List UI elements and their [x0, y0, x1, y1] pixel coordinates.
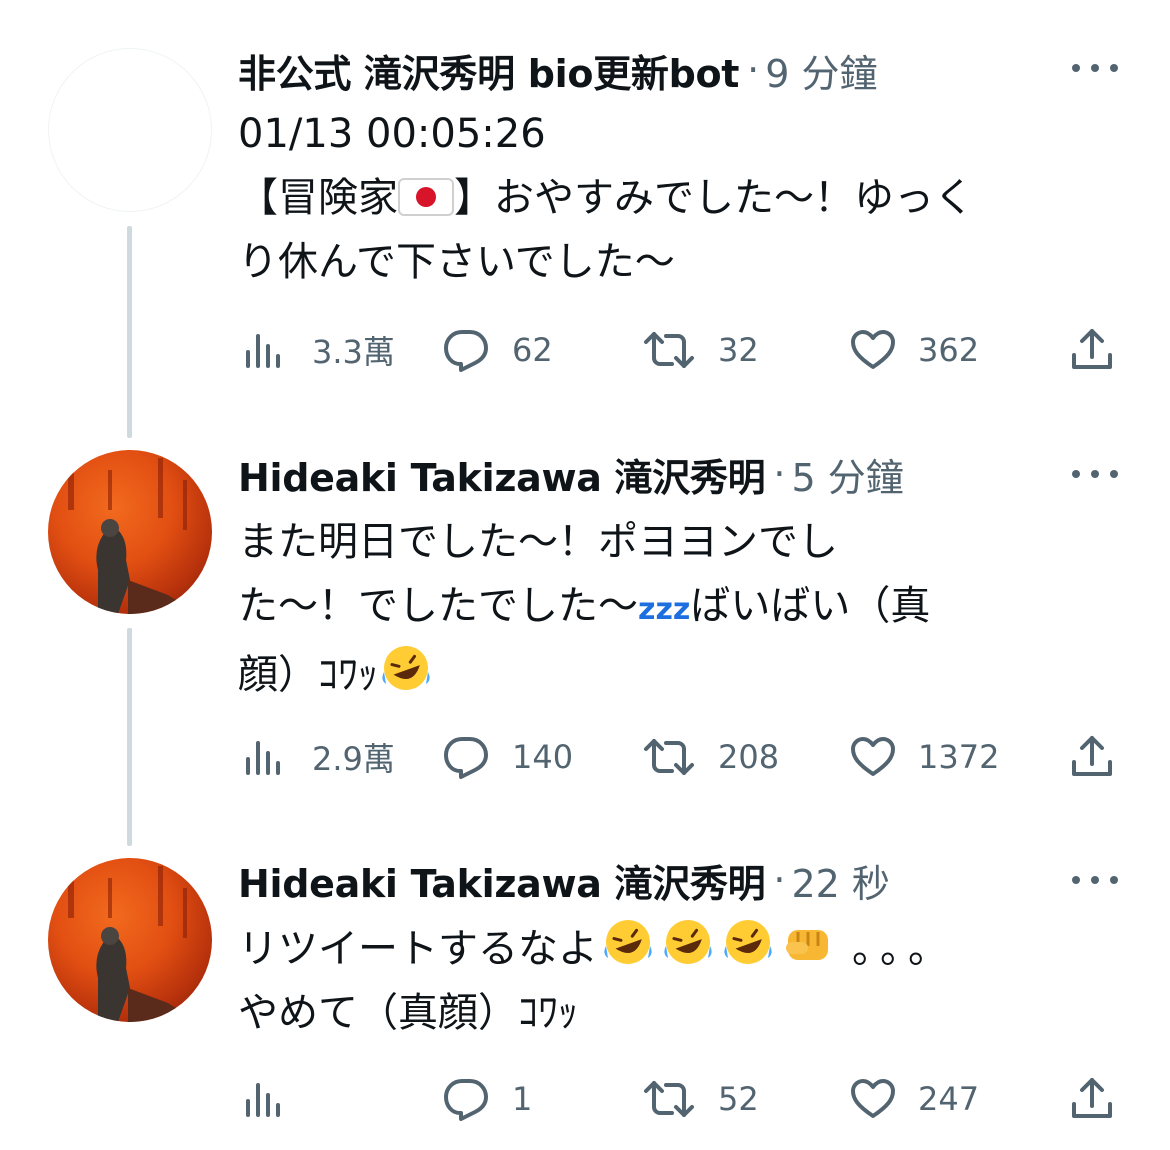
- share-button[interactable]: [1070, 732, 1114, 782]
- text-line: 01/13 00:05:26: [238, 111, 546, 157]
- reply-icon: [444, 737, 488, 779]
- views-count: 2.9萬: [312, 740, 395, 778]
- timestamp[interactable]: 5 分鐘: [791, 447, 903, 502]
- action-bar: 3.3萬 62 32 362: [238, 325, 1118, 375]
- retweet-count: 32: [718, 331, 759, 369]
- avatar-image: [68, 866, 198, 1022]
- rofl-emoji-icon: [604, 920, 652, 964]
- reply-button[interactable]: 1: [442, 1074, 532, 1124]
- reply-count: 62: [512, 331, 553, 369]
- like-icon: [851, 1079, 895, 1118]
- action-bar: 1 52 247: [238, 1074, 1118, 1124]
- views-icon: [246, 334, 280, 368]
- text-line: た〜！でしたでした〜zzzばいばい（真: [238, 583, 931, 629]
- tweet-3[interactable]: Hideaki Takizawa 滝沢秀明 · 22 秒 リツイートするなよ。。…: [0, 820, 1170, 1150]
- separator-dot: ·: [773, 858, 786, 902]
- share-button[interactable]: [1070, 1074, 1114, 1124]
- reply-count: 1: [512, 1080, 533, 1118]
- share-icon: [1072, 1078, 1112, 1118]
- tweet-1[interactable]: 非公式 滝沢秀明 bio更新bot · 9 分鐘 01/13 00:05:26 …: [0, 0, 1170, 438]
- text-line: 【冒険家 】おやすみでした〜！ゆっく: [238, 175, 974, 221]
- views-icon: [246, 1083, 280, 1117]
- more-icon[interactable]: [1072, 468, 1118, 480]
- share-button[interactable]: [1070, 325, 1114, 375]
- thread-line: [127, 628, 132, 846]
- views-button[interactable]: 2.9萬: [242, 732, 395, 782]
- reply-count: 140: [512, 738, 574, 776]
- timestamp[interactable]: 22 秒: [791, 853, 889, 908]
- rofl-emoji-icon: [382, 646, 430, 690]
- text-line: リツイートするなよ。。。: [238, 916, 1138, 981]
- like-button[interactable]: 362: [850, 325, 979, 375]
- retweet-button[interactable]: 52: [642, 1074, 759, 1124]
- thread-line: [127, 226, 132, 438]
- like-icon: [851, 737, 895, 776]
- like-count: 247: [918, 1080, 980, 1118]
- retweet-button[interactable]: 208: [642, 732, 779, 782]
- more-icon[interactable]: [1072, 874, 1118, 886]
- reply-icon: [444, 330, 488, 372]
- tweet-text: 01/13 00:05:26 【冒険家 】おやすみでした〜！ゆっく り休んで下さい…: [238, 102, 1138, 294]
- retweet-button[interactable]: 32: [642, 325, 759, 375]
- retweet-count: 208: [718, 738, 780, 776]
- fist-emoji-icon: [786, 930, 828, 960]
- retweet-icon: [644, 332, 694, 368]
- views-count: 3.3萬: [312, 333, 395, 371]
- avatar[interactable]: [48, 48, 212, 212]
- reply-button[interactable]: 62: [442, 325, 553, 375]
- views-icon: [246, 741, 280, 775]
- avatar[interactable]: [48, 450, 212, 614]
- retweet-icon: [644, 1081, 694, 1117]
- views-button[interactable]: [242, 1074, 282, 1124]
- tweet-text: また明日でした〜！ポヨヨンでし た〜！でしたでした〜zzzばいばい（真 顔）ｺﾜ…: [238, 510, 1138, 707]
- retweet-count: 52: [718, 1080, 759, 1118]
- zzz-emoji-icon: zzz: [638, 592, 691, 627]
- text-line: また明日でした〜！ポヨヨンでし: [238, 519, 838, 565]
- like-button[interactable]: 1372: [850, 732, 999, 782]
- text-line: 顔）ｺﾜｯ: [238, 642, 1138, 707]
- rofl-emoji-icon: [724, 920, 772, 964]
- tweet-header: Hideaki Takizawa 滝沢秀明 · 5 分鐘: [238, 448, 904, 500]
- like-icon: [851, 330, 895, 369]
- reply-button[interactable]: 140: [442, 732, 573, 782]
- timestamp[interactable]: 9 分鐘: [765, 43, 877, 98]
- text-line: り休んで下さいでした〜: [238, 239, 675, 285]
- tweet-2[interactable]: Hideaki Takizawa 滝沢秀明 · 5 分鐘 また明日でした〜！ポヨ…: [0, 410, 1170, 846]
- separator-dot: ·: [747, 48, 760, 92]
- japan-flag-icon: [398, 178, 454, 216]
- tweet-header: 非公式 滝沢秀明 bio更新bot · 9 分鐘: [238, 44, 878, 96]
- tweet-header: Hideaki Takizawa 滝沢秀明 · 22 秒: [238, 854, 890, 906]
- like-count: 362: [918, 331, 980, 369]
- rofl-emoji-icon: [664, 920, 712, 964]
- separator-dot: ·: [773, 452, 786, 496]
- views-button[interactable]: 3.3萬: [242, 325, 395, 375]
- share-icon: [1072, 736, 1112, 776]
- like-button[interactable]: 247: [850, 1074, 979, 1124]
- action-bar: 2.9萬 140 208 1372: [238, 732, 1118, 782]
- more-icon[interactable]: [1072, 62, 1118, 74]
- share-icon: [1072, 329, 1112, 369]
- like-count: 1372: [918, 738, 1000, 776]
- display-name[interactable]: Hideaki Takizawa 滝沢秀明: [238, 853, 766, 908]
- avatar-image: [68, 458, 198, 614]
- retweet-icon: [644, 739, 694, 775]
- display-name[interactable]: 非公式 滝沢秀明 bio更新bot: [238, 43, 739, 98]
- text-line: やめて（真顔）ｺﾜｯ: [238, 990, 578, 1036]
- reply-icon: [444, 1079, 488, 1121]
- avatar[interactable]: [48, 858, 212, 1022]
- display-name[interactable]: Hideaki Takizawa 滝沢秀明: [238, 447, 766, 502]
- tweet-text: リツイートするなよ。。。 やめて（真顔）ｺﾜｯ: [238, 916, 1138, 1045]
